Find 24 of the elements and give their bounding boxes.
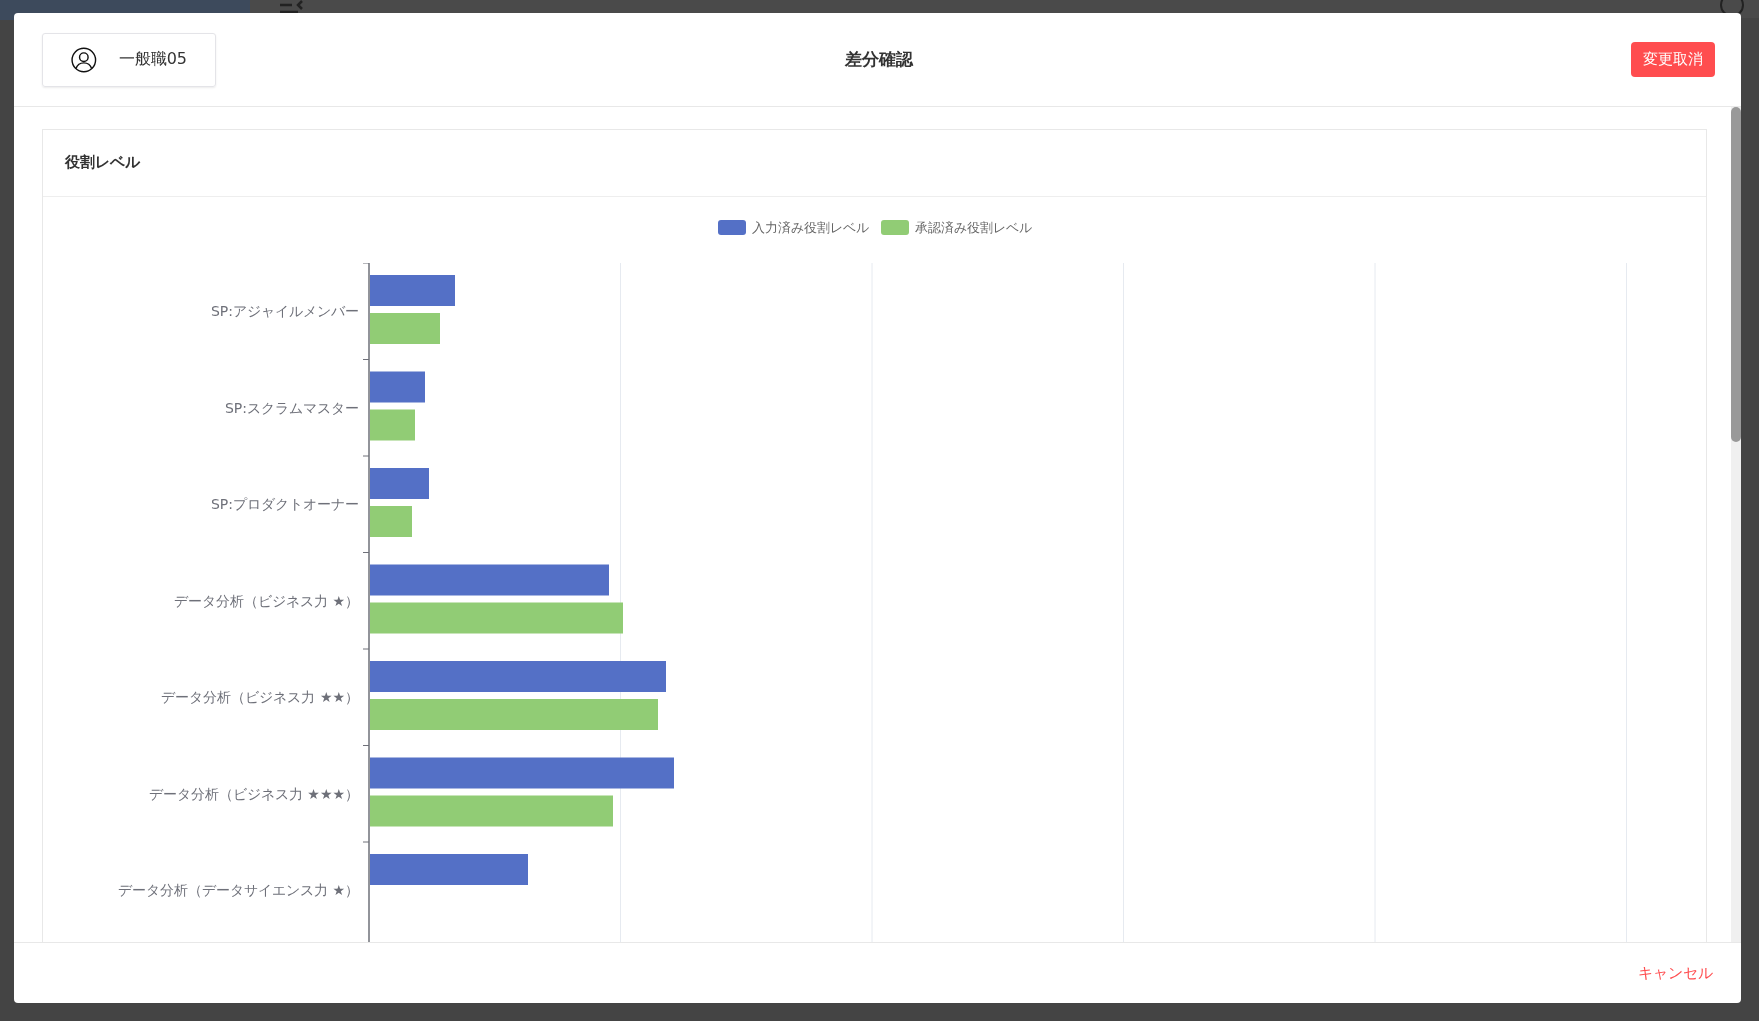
bar: [370, 505, 412, 537]
legend-label[interactable]: 承認済み役割レベル: [914, 218, 1032, 237]
bar: [370, 467, 429, 499]
card-title: 役割レベル: [43, 130, 1706, 197]
cancel-link[interactable]: キャンセル: [1632, 962, 1719, 984]
bar: [370, 409, 415, 441]
category-label: データ分析（ビジネス力 ★★）: [161, 689, 359, 706]
category-label: データ分析（ビジネス力 ★）: [174, 592, 359, 609]
category-label: データ分析（データサイエンス力 ★）: [118, 882, 359, 899]
category-label: SP:スクラムマスター: [224, 399, 359, 416]
legend-label[interactable]: 入力済み役割レベル: [751, 218, 869, 237]
category-label: データ分析（ビジネス力 ★★★）: [148, 785, 359, 802]
scrollbar[interactable]: [1731, 107, 1741, 942]
user-name: 一般職05: [118, 49, 187, 70]
category-label: SP:アジャイルメンバー: [210, 303, 359, 320]
legend-swatch[interactable]: [880, 220, 909, 236]
bar: [370, 312, 440, 344]
category-label: SP:プロダクトオーナー: [210, 496, 359, 513]
scrollbar-thumb[interactable]: [1731, 107, 1741, 442]
bar: [370, 371, 425, 403]
discard-changes-button[interactable]: 変更取消: [1631, 42, 1715, 77]
legend-swatch[interactable]: [717, 220, 746, 236]
dialog-title: 差分確認: [844, 48, 913, 71]
menu-icon[interactable]: [278, 0, 304, 15]
